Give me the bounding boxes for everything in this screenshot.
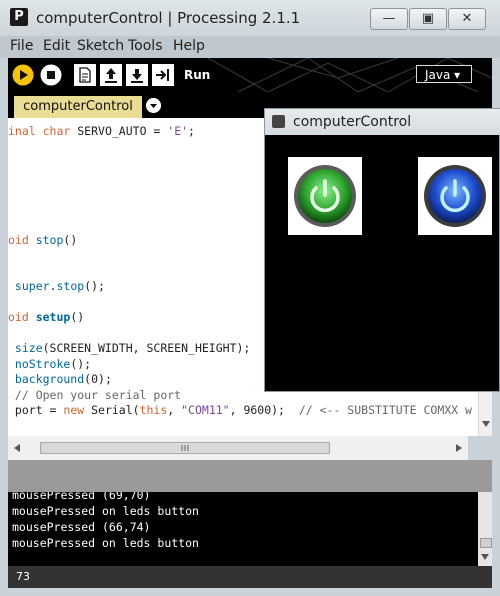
console-scroll-thumb[interactable] [480,538,492,548]
code-token: (0); [84,372,112,386]
maximize-button[interactable]: ▣ [409,8,447,30]
code-token: (SCREEN_WIDTH, SCREEN_HEIGHT); [42,341,251,355]
code-token: size [8,341,43,355]
code-token: ; [188,124,195,138]
code-token: () [63,232,78,247]
run-label: Run [184,68,211,82]
code-line[interactable]: oid stop() [8,232,77,248]
code-token: 'E' [167,124,189,138]
editor-horizontal-scrollbar[interactable] [8,436,468,460]
console-scrollbar[interactable] [478,492,492,566]
menu-help[interactable]: Help [173,38,205,54]
menu-file[interactable]: File [10,38,33,54]
code-token: // <-- SUBSTITUTE COMXX w [298,403,472,417]
grip-icon [181,445,189,451]
code-line[interactable]: port = new Serial(this, "COM11", 9600); … [8,402,472,418]
sketch-window-icon [272,115,285,128]
code-token: , 9600); [229,403,299,417]
menu-edit[interactable]: Edit [43,38,70,54]
code-token: background [8,372,85,386]
code-token: (); [84,279,105,293]
code-token: stop [35,232,64,247]
console-line: mousePressed (66,74) [12,520,151,534]
code-token: noStroke [8,356,71,371]
export-icon[interactable] [152,64,174,86]
scroll-down-arrow-icon[interactable] [482,421,490,427]
window-title: computerControl | Processing 2.1.1 [36,9,301,27]
sketch-title-bar[interactable]: computerControl [265,109,500,135]
code-token: "COM11" [181,403,230,417]
processing-app-icon: P [10,8,28,26]
code-token: oid [8,310,36,324]
code-token: setup [35,310,71,324]
status-bar: 73 [8,566,492,588]
code-line[interactable]: oid setup() [8,309,84,325]
scroll-left-arrow-icon[interactable] [14,444,20,452]
code-token: port = [8,403,64,417]
open-icon[interactable] [100,64,122,86]
code-token: Serial( [84,403,140,417]
code-line[interactable]: noStroke(); [8,356,91,372]
code-token: (); [70,356,92,371]
menu-bar: File Edit Sketch Tools Help [0,36,500,58]
play-icon[interactable] [12,64,34,86]
sketch-window-title: computerControl [293,114,412,130]
code-token: super [8,279,50,293]
mode-selector[interactable]: Java ▾ [416,65,472,83]
code-token: oid [8,232,36,247]
sketch-window: computerControl [264,108,500,392]
code-token: // Open your serial port [8,387,182,402]
code-line[interactable]: size(SCREEN_WIDTH, SCREEN_HEIGHT); [8,340,250,356]
tab-menu-icon[interactable] [146,98,161,113]
console-scroll-down-icon[interactable] [481,554,489,560]
code-token: char [42,124,71,138]
code-line[interactable]: background(0); [8,371,112,387]
message-area [8,460,492,492]
close-button[interactable]: ✕ [448,8,486,30]
code-token: SERVO_AUTO = [70,124,168,138]
line-number: 73 [16,570,30,583]
save-icon[interactable] [126,64,148,86]
code-token: inal [8,124,43,138]
code-token: this [139,403,168,417]
code-token: new [63,403,85,417]
console-output[interactable]: mousePressed (69,70) mousePressed on leds… [8,492,492,566]
console-line: mousePressed on leds button [12,536,199,550]
code-token: stop [56,279,85,293]
menu-sketch[interactable]: Sketch [77,38,124,54]
tab-computercontrol[interactable]: computerControl [14,96,142,118]
console-line: mousePressed (69,70) [12,492,151,502]
minimize-button[interactable]: — [370,8,408,30]
code-line[interactable]: inal char SERVO_AUTO = 'E'; [8,123,195,139]
blue-power-button-icon[interactable] [418,157,492,235]
console-line: mousePressed on leds button [12,504,199,518]
green-power-button-icon[interactable] [288,157,362,235]
toolbar: Run Java ▾ [8,58,492,92]
stop-icon[interactable] [40,64,62,86]
code-token: () [70,310,85,324]
new-icon[interactable] [74,64,96,86]
menu-tools[interactable]: Tools [128,38,163,54]
code-line[interactable]: // Open your serial port [8,387,181,403]
code-token: , [167,403,182,417]
horizontal-scroll-thumb[interactable] [40,442,330,454]
code-line[interactable]: super.stop(); [8,278,105,294]
scroll-right-arrow-icon[interactable] [456,444,462,452]
title-bar[interactable]: P computerControl | Processing 2.1.1 — ▣… [0,0,500,36]
